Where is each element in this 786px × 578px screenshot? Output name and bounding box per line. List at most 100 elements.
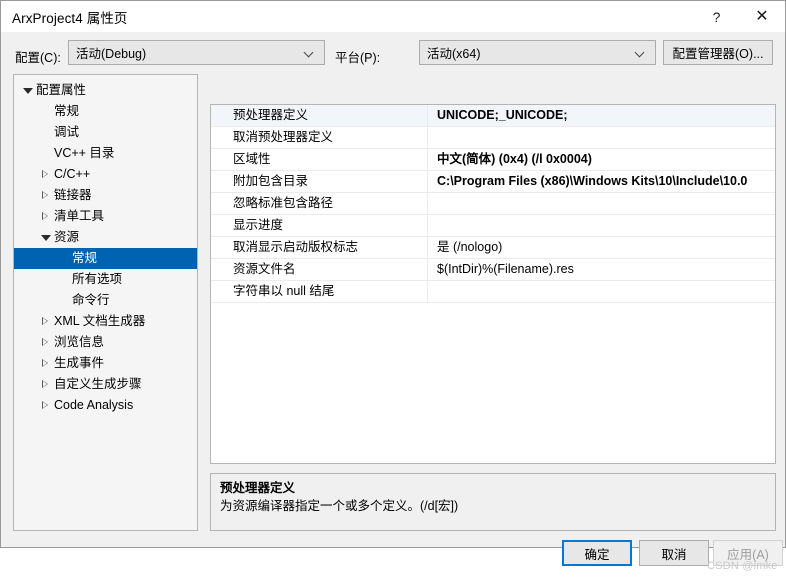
question-mark-icon: ? — [712, 8, 721, 25]
property-row[interactable]: 显示进度 — [211, 215, 775, 237]
triangle-right-icon[interactable] — [38, 374, 54, 395]
property-row[interactable]: 资源文件名 $(IntDir)%(Filename).res — [211, 259, 775, 281]
property-value[interactable]: C:\Program Files (x86)\Windows Kits\10\I… — [428, 171, 775, 192]
tree-item[interactable]: 常规 — [14, 101, 197, 122]
platform-dropdown-value: 活动(x64) — [427, 47, 481, 61]
triangle-right-icon[interactable] — [38, 185, 54, 206]
tree-item-label: 调试 — [54, 125, 80, 139]
tree-item[interactable]: 生成事件 — [14, 353, 197, 374]
property-value[interactable] — [428, 193, 775, 214]
window-title: ArxProject4 属性页 — [12, 10, 128, 26]
cancel-button[interactable]: 取消 — [639, 540, 709, 566]
triangle-down-icon[interactable] — [20, 80, 36, 101]
tree-item[interactable]: 常规 — [14, 248, 197, 269]
description-pane: 预处理器定义 为资源编译器指定一个或多个定义。(/d[宏]) — [210, 473, 776, 531]
triangle-right-icon[interactable] — [38, 206, 54, 227]
property-grid-empty-area — [211, 303, 775, 463]
tree-item-label: VC++ 目录 — [54, 146, 115, 160]
configuration-manager-button[interactable]: 配置管理器(O)... — [663, 40, 773, 65]
chevron-down-icon — [305, 48, 315, 58]
watermark: CSDN @lmke — [707, 560, 778, 572]
tree-item[interactable]: 命令行 — [14, 290, 197, 311]
configuration-bar: 配置(C): 活动(Debug) 平台(P): 活动(x64) 配置管理器(O)… — [1, 40, 786, 70]
property-name: 预处理器定义 — [211, 105, 428, 126]
configuration-label: 配置(C): — [15, 51, 61, 65]
property-row[interactable]: 附加包含目录 C:\Program Files (x86)\Windows Kit… — [211, 171, 775, 193]
tree-item[interactable]: 所有选项 — [14, 269, 197, 290]
property-row[interactable]: 取消预处理器定义 — [211, 127, 775, 149]
triangle-right-icon[interactable] — [38, 332, 54, 353]
property-value[interactable]: UNICODE;_UNICODE; — [428, 105, 775, 126]
tree-item[interactable]: 配置属性 — [14, 80, 197, 101]
tree-item-label: 所有选项 — [72, 272, 123, 286]
tree-item[interactable]: 自定义生成步骤 — [14, 374, 197, 395]
tree-item[interactable]: XML 文档生成器 — [14, 311, 197, 332]
property-name: 取消显示启动版权标志 — [211, 237, 428, 258]
tree-item-label: 常规 — [54, 104, 80, 118]
tree-item[interactable]: VC++ 目录 — [14, 143, 197, 164]
tree-item[interactable]: 链接器 — [14, 185, 197, 206]
triangle-right-icon[interactable] — [38, 311, 54, 332]
tree-twisty-spacer — [38, 143, 54, 164]
tree-item-label: 资源 — [54, 230, 80, 244]
tree-item[interactable]: C/C++ — [14, 164, 197, 185]
platform-label: 平台(P): — [335, 51, 381, 65]
tree-item[interactable]: 浏览信息 — [14, 332, 197, 353]
tree-item[interactable]: 清单工具 — [14, 206, 197, 227]
property-name: 资源文件名 — [211, 259, 428, 280]
property-row[interactable]: 忽略标准包含路径 — [211, 193, 775, 215]
tree-item-label: 配置属性 — [36, 83, 87, 97]
configuration-tree[interactable]: 配置属性 常规 调试 VC++ 目录 C/C++ 链接器 清单工具 资源 常规 所有选项 命令行 XM… — [13, 74, 198, 531]
tree-item-label: XML 文档生成器 — [54, 314, 146, 328]
tree-item[interactable]: 资源 — [14, 227, 197, 248]
ok-button[interactable]: 确定 — [562, 540, 632, 566]
close-button[interactable]: ✕ — [739, 1, 785, 32]
triangle-right-icon[interactable] — [38, 395, 54, 416]
tree-twisty-spacer — [38, 122, 54, 143]
property-name: 区域性 — [211, 149, 428, 170]
tree-item-label: 生成事件 — [54, 356, 105, 370]
property-row[interactable]: 区域性 中文(简体) (0x4) (/l 0x0004) — [211, 149, 775, 171]
description-text: 为资源编译器指定一个或多个定义。(/d[宏]) — [220, 499, 459, 513]
property-value[interactable]: 是 (/nologo) — [428, 237, 775, 258]
property-value[interactable] — [428, 215, 775, 236]
footer-button-bar: 确定 取消 应用(A) — [1, 536, 786, 578]
tree-twisty-spacer — [38, 101, 54, 122]
property-row[interactable]: 字符串以 null 结尾 — [211, 281, 775, 303]
close-icon: ✕ — [755, 7, 769, 25]
property-name: 字符串以 null 结尾 — [211, 281, 428, 302]
triangle-right-icon[interactable] — [38, 164, 54, 185]
triangle-down-icon[interactable] — [38, 227, 54, 248]
tree-item[interactable]: Code Analysis — [14, 395, 197, 416]
property-value[interactable] — [428, 281, 775, 302]
tree-item-label: 清单工具 — [54, 209, 105, 223]
tree-item[interactable]: 调试 — [14, 122, 197, 143]
dialog-body: 配置(C): 活动(Debug) 平台(P): 活动(x64) 配置管理器(O)… — [1, 32, 786, 572]
caption-buttons: ? ✕ — [694, 1, 785, 32]
tree-item-label: 浏览信息 — [54, 335, 105, 349]
chevron-down-icon — [636, 48, 646, 58]
description-title: 预处理器定义 — [220, 481, 296, 495]
configuration-dropdown[interactable]: 活动(Debug) — [68, 40, 325, 65]
property-value[interactable]: 中文(简体) (0x4) (/l 0x0004) — [428, 149, 775, 170]
triangle-right-icon[interactable] — [38, 353, 54, 374]
property-row[interactable]: 预处理器定义 UNICODE;_UNICODE; — [211, 105, 775, 127]
tree-item-label: 常规 — [72, 251, 98, 265]
property-row[interactable]: 取消显示启动版权标志是 (/nologo) — [211, 237, 775, 259]
platform-dropdown[interactable]: 活动(x64) — [419, 40, 656, 65]
property-name: 显示进度 — [211, 215, 428, 236]
property-name: 附加包含目录 — [211, 171, 428, 192]
tree-item-label: 链接器 — [54, 188, 92, 202]
property-pages-dialog: ArxProject4 属性页 ? ✕ 配置(C): 活动(Debug) 平台(… — [0, 0, 786, 572]
tree-item-label: Code Analysis — [54, 398, 134, 412]
property-value[interactable]: $(IntDir)%(Filename).res — [428, 259, 775, 280]
tree-twisty-spacer — [56, 248, 72, 269]
property-name: 取消预处理器定义 — [211, 127, 428, 148]
property-name: 忽略标准包含路径 — [211, 193, 428, 214]
tree-twisty-spacer — [56, 290, 72, 311]
tree-twisty-spacer — [56, 269, 72, 290]
property-value[interactable] — [428, 127, 775, 148]
help-button[interactable]: ? — [694, 1, 739, 32]
property-grid[interactable]: 预处理器定义 UNICODE;_UNICODE; 取消预处理器定义 区域性 中文(简体)… — [210, 104, 776, 464]
tree-item-label: 命令行 — [72, 293, 110, 307]
